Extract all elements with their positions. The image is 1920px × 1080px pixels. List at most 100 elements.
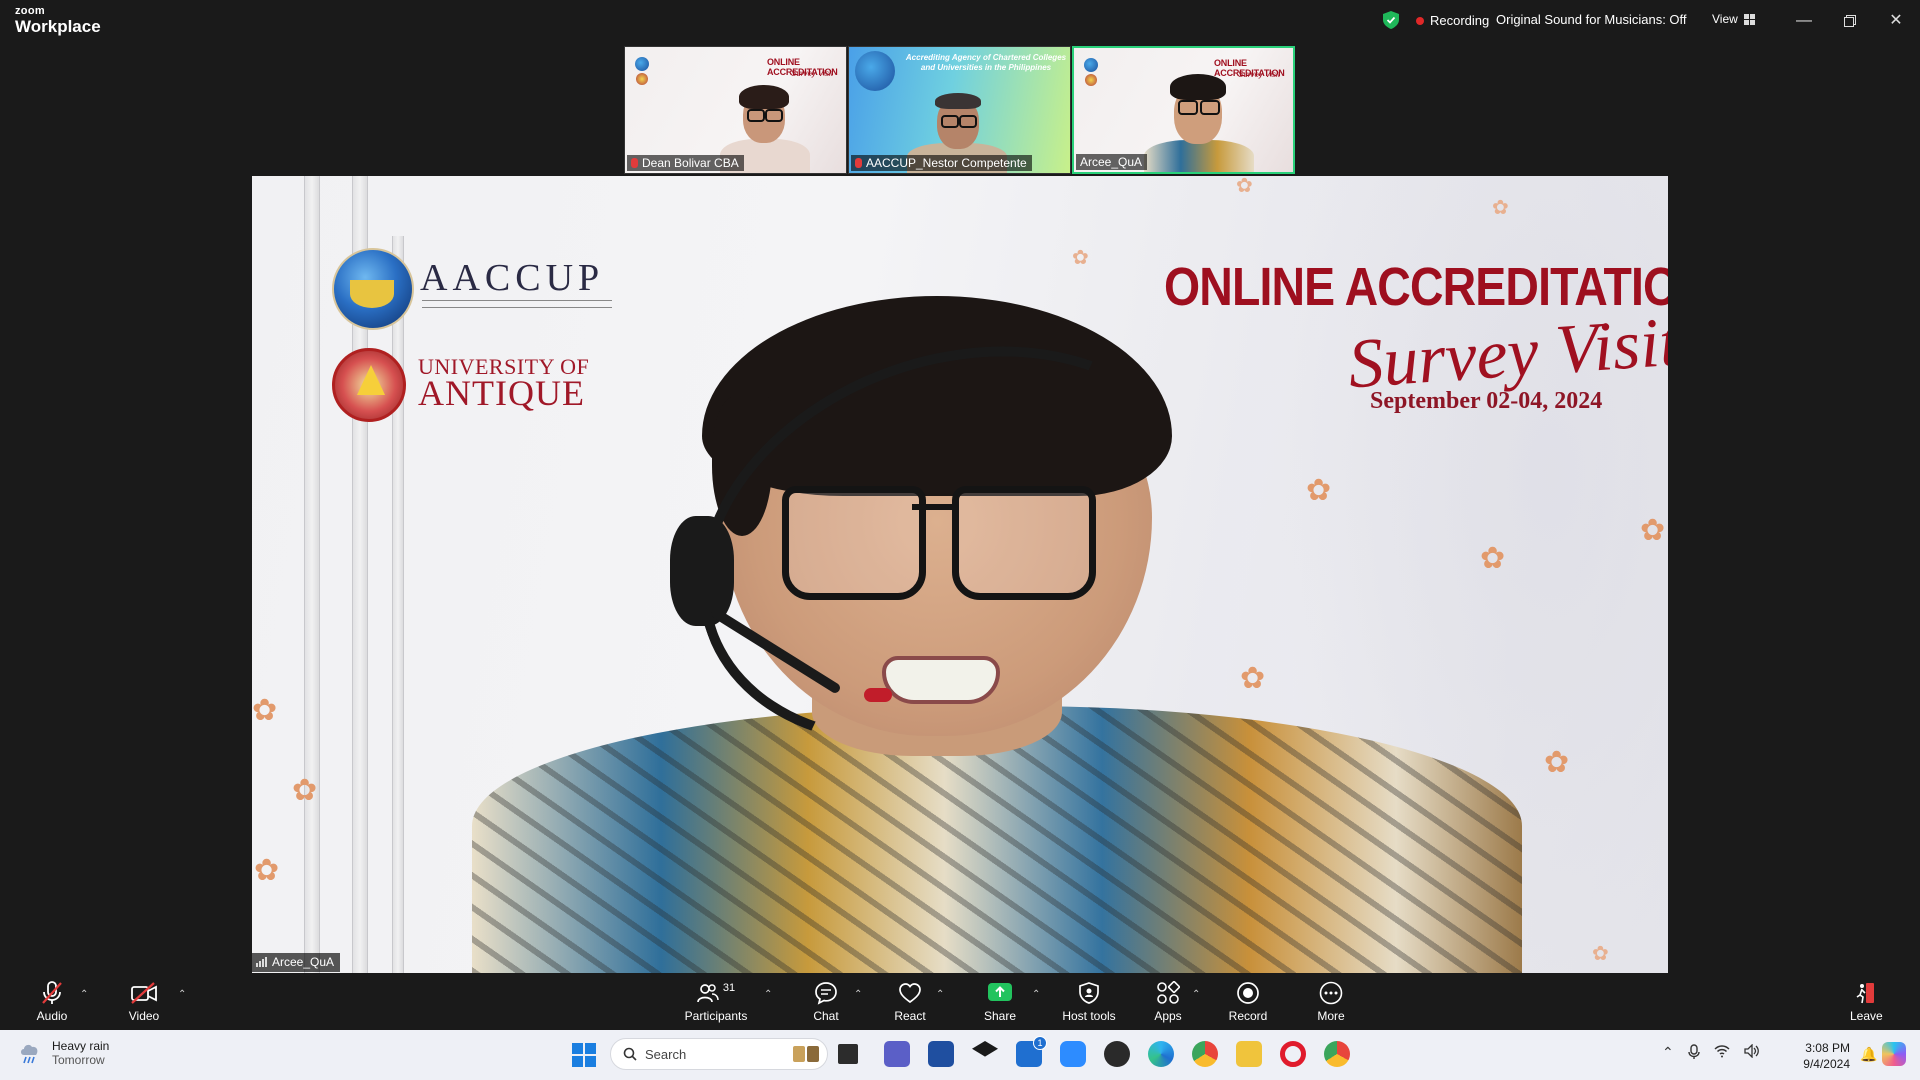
- record-button[interactable]: Record: [1228, 979, 1268, 1023]
- patterned-shirt: [472, 706, 1522, 973]
- original-sound-toggle[interactable]: Original Sound for Musicians: Off: [1496, 12, 1687, 27]
- windows-start-icon[interactable]: [572, 1043, 596, 1067]
- chat-options-chevron-icon[interactable]: ⌃: [854, 989, 862, 1000]
- apps-options-chevron-icon[interactable]: ⌃: [1192, 989, 1200, 1000]
- participants-label: Participants: [684, 1009, 748, 1023]
- glasses-bridge: [912, 504, 956, 510]
- more-icon: [1319, 981, 1343, 1005]
- tray-overflow-chevron-icon[interactable]: ⌃: [1662, 1044, 1674, 1061]
- face: [722, 346, 1152, 736]
- record-icon: [1237, 982, 1259, 1004]
- microsoft-store-icon[interactable]: [928, 1041, 954, 1067]
- system-tray: ⌃: [1662, 1044, 1760, 1061]
- host-tools-button[interactable]: Host tools: [1058, 979, 1120, 1023]
- apps-button[interactable]: Apps: [1150, 979, 1186, 1023]
- edge-icon[interactable]: [1148, 1041, 1174, 1067]
- minimize-icon[interactable]: —: [1790, 9, 1818, 33]
- audio-button[interactable]: Audio: [34, 979, 70, 1023]
- university-of-antique-seal-icon: [332, 348, 406, 422]
- headset-band: [642, 278, 1262, 814]
- taskbar-search-input[interactable]: Search: [610, 1038, 828, 1070]
- restore-icon[interactable]: [1836, 9, 1864, 33]
- flower-decoration: ✿: [1240, 662, 1266, 695]
- host-shield-icon: [1079, 982, 1099, 1004]
- participants-button[interactable]: 31 Participants: [684, 979, 748, 1023]
- more-button[interactable]: More: [1314, 979, 1348, 1023]
- thumbnail-nestor-competente[interactable]: Accrediting Agency of Chartered Colleges…: [848, 46, 1071, 174]
- teams-icon[interactable]: [884, 1041, 910, 1067]
- file-explorer-icon[interactable]: [1236, 1041, 1262, 1067]
- recording-indicator[interactable]: Recording: [1416, 13, 1489, 28]
- speaker-name: Arcee_QuA: [272, 955, 335, 969]
- flower-decoration: ✿: [1592, 943, 1609, 965]
- flower-decoration: ✿: [1480, 542, 1506, 575]
- video-off-icon: [131, 982, 157, 1004]
- encryption-shield-icon[interactable]: [1383, 11, 1399, 29]
- aaccup-tagline-rule: [422, 300, 612, 308]
- participants-options-chevron-icon[interactable]: ⌃: [764, 989, 772, 1000]
- mic-muted-icon: [42, 981, 62, 1004]
- speaker-name-tag: Arcee_QuA: [252, 953, 341, 972]
- mail-icon[interactable]: 1: [1016, 1036, 1047, 1067]
- video-label: Video: [128, 1009, 160, 1023]
- video-button[interactable]: Video: [126, 979, 162, 1023]
- participants-icon: [697, 984, 719, 1003]
- microphone-icon[interactable]: [1688, 1044, 1700, 1060]
- chat-label: Chat: [813, 1009, 839, 1023]
- active-speaker-video[interactable]: ✿ ✿ ✿ ✿ ✿ ✿ ✿ ✿ ✿ ✿ ✿ ✿ ✿ ✿ AACCUP UNIVE…: [252, 176, 1668, 973]
- chrome-profile-icon[interactable]: [1324, 1041, 1350, 1067]
- bamboo-decoration: [304, 176, 320, 973]
- audio-label: Audio: [36, 1009, 68, 1023]
- view-label: View: [1712, 12, 1738, 26]
- weather-widget[interactable]: Heavy rain Tomorrow: [18, 1039, 109, 1067]
- thumb-name-tag: Dean Bolivar CBA: [627, 155, 744, 171]
- volume-icon[interactable]: [1744, 1044, 1760, 1058]
- rain-cloud-icon: [21, 1044, 38, 1064]
- copilot-icon[interactable]: [1882, 1042, 1906, 1066]
- video-options-chevron-icon[interactable]: ⌃: [178, 989, 186, 1000]
- share-options-chevron-icon[interactable]: ⌃: [1032, 989, 1040, 1000]
- flower-decoration: ✿: [1640, 514, 1666, 547]
- university-line2: ANTIQUE: [418, 373, 585, 413]
- windows-taskbar: Heavy rain Tomorrow Search 1 ⌃ 3:08 PM 9…: [0, 1030, 1920, 1080]
- close-icon[interactable]: ✕: [1882, 9, 1910, 33]
- obs-icon[interactable]: [1104, 1041, 1130, 1067]
- aaccup-logo-icon: [855, 51, 895, 91]
- react-options-chevron-icon[interactable]: ⌃: [936, 989, 944, 1000]
- opera-icon[interactable]: [1280, 1041, 1306, 1067]
- participant-thumbnails: ONLINE ACCREDITATION Survey Visit Dean B…: [624, 46, 1296, 174]
- flower-decoration: ✿: [1236, 176, 1253, 197]
- notification-bell-icon[interactable]: 🔔: [1860, 1046, 1877, 1063]
- task-view-icon[interactable]: [838, 1044, 858, 1064]
- title-bar: zoom Workplace Recording Original Sound …: [0, 0, 1920, 44]
- leave-button[interactable]: Leave: [1850, 979, 1883, 1023]
- leave-label: Leave: [1850, 1009, 1883, 1023]
- view-button[interactable]: View: [1706, 10, 1761, 28]
- thumbnail-dean-bolivar[interactable]: ONLINE ACCREDITATION Survey Visit Dean B…: [624, 46, 847, 174]
- headset-earcup: [670, 516, 734, 626]
- weather-when: Tomorrow: [52, 1053, 105, 1067]
- chrome-icon[interactable]: [1192, 1041, 1218, 1067]
- weather-condition: Heavy rain: [52, 1039, 110, 1053]
- aaccup-wordmark: AACCUP: [420, 257, 605, 299]
- zoom-icon[interactable]: [1060, 1041, 1086, 1067]
- record-label: Record: [1228, 1009, 1268, 1023]
- chat-button[interactable]: Chat: [808, 979, 844, 1023]
- clock-time: 3:08 PM: [1805, 1041, 1850, 1055]
- leave-door-icon: [1856, 983, 1875, 1004]
- brand-bottom: Workplace: [15, 17, 101, 36]
- share-button[interactable]: Share: [982, 979, 1018, 1023]
- aaccup-logo-icon: [635, 57, 649, 71]
- thumbnail-arcee-qua[interactable]: ONLINE ACCREDITATION Survey Visit Arcee_…: [1072, 46, 1296, 174]
- react-button[interactable]: React: [892, 979, 928, 1023]
- wifi-icon[interactable]: [1714, 1044, 1730, 1058]
- thumb-name-tag: Arcee_QuA: [1076, 154, 1148, 170]
- recording-label: Recording: [1430, 13, 1490, 28]
- glasses-right-lens: [952, 486, 1096, 600]
- audio-options-chevron-icon[interactable]: ⌃: [80, 989, 88, 1000]
- grid-view-icon: [1743, 13, 1755, 25]
- dropbox-icon[interactable]: [972, 1041, 998, 1057]
- thumb-slide-script: Survey Visit: [791, 69, 834, 78]
- hair: [702, 296, 1172, 496]
- taskbar-clock[interactable]: 3:08 PM 9/4/2024: [1786, 1041, 1850, 1072]
